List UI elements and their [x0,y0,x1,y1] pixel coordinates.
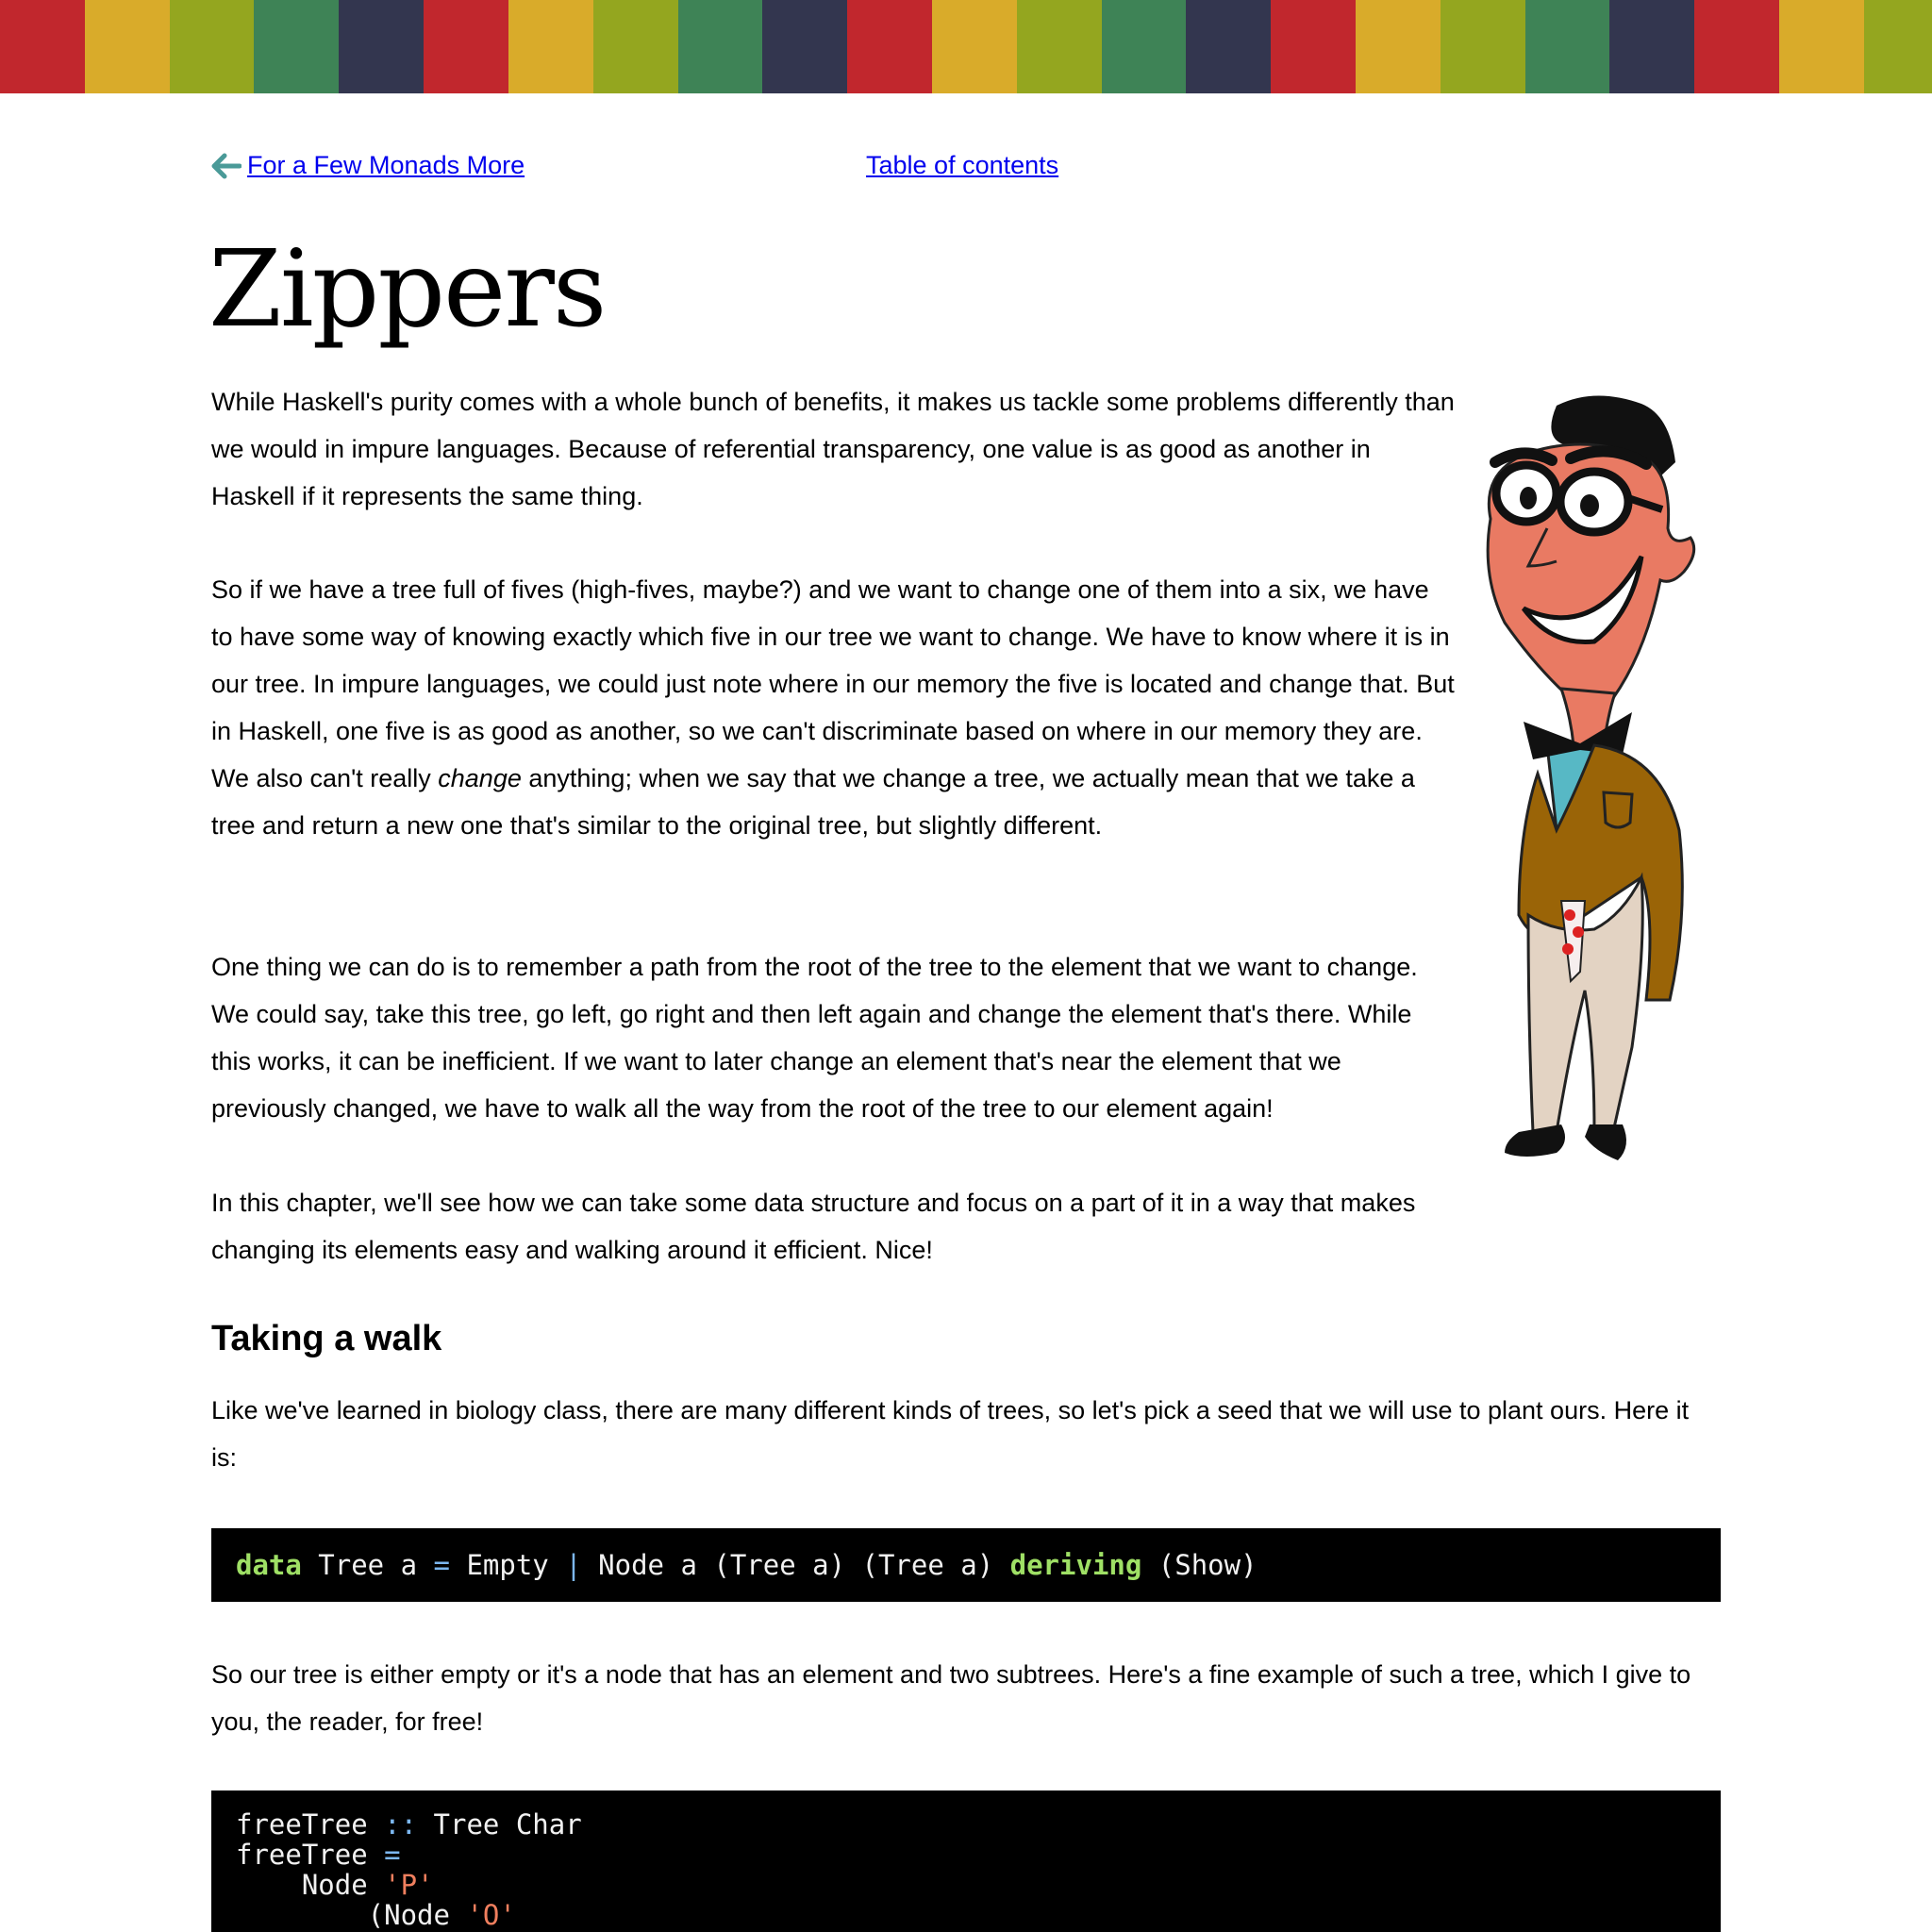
code-text: freeTree [236,1808,385,1840]
code-string: 'O' [466,1899,516,1931]
code-block-tree-type: data Tree a = Empty | Node a (Tree a) (T… [211,1528,1721,1602]
color-stripe [254,0,340,93]
prev-chapter-nav[interactable]: For a Few Monads More [209,148,525,182]
section-paragraph-1: Like we've learned in biology class, the… [211,1396,1690,1472]
code-text: Tree Char [417,1808,582,1840]
section-paragraph-2-block: So our tree is either empty or it's a no… [211,1651,1721,1745]
section-paragraph-2: So our tree is either empty or it's a no… [211,1660,1691,1736]
back-arrow-icon[interactable] [209,148,242,182]
color-stripe [1609,0,1695,93]
color-stripe-banner [0,0,1932,93]
color-stripe [1356,0,1441,93]
intro-p2-text-a: So if we have a tree full of fives (high… [211,575,1455,792]
intro-paragraph-1: While Haskell's purity comes with a whol… [211,388,1455,510]
color-stripe [0,0,85,93]
man-with-glasses-illustration [1486,395,1696,1160]
color-stripe [1863,0,1932,93]
color-stripe [762,0,848,93]
color-stripe [1016,0,1102,93]
code-block-free-tree: freeTree :: Tree Char freeTree = Node 'P… [211,1790,1721,1932]
color-stripe [931,0,1017,93]
intro-paragraph-2: So if we have a tree full of fives (high… [211,566,1457,849]
color-stripe [1101,0,1187,93]
intro-paragraph-2-block: So if we have a tree full of fives (high… [211,566,1457,849]
code-operator: :: [384,1808,418,1840]
code-operator: = [384,1839,401,1871]
code-text: (Node [236,1899,467,1931]
code-text: Empty [450,1549,566,1581]
page-title: Zippers [208,228,607,351]
intro-paragraph-1-block: While Haskell's purity comes with a whol… [211,378,1457,520]
color-stripe [169,0,255,93]
toc-nav[interactable]: Table of contents [866,148,1058,182]
intro-paragraph-3: One thing we can do is to remember a pat… [211,953,1418,1123]
code-keyword: data [236,1549,302,1581]
code-text: Node [236,1869,385,1901]
prev-chapter-link[interactable]: For a Few Monads More [247,148,525,182]
code-text: Node a (Tree a) (Tree a) [581,1549,1010,1581]
code-string: 'P' [384,1869,434,1901]
code-text: Tree a [301,1549,434,1581]
color-stripe [847,0,932,93]
code-operator: | [565,1549,582,1581]
emphasis-change: change [438,764,522,792]
intro-paragraph-4-block: In this chapter, we'll see how we can ta… [211,1179,1457,1274]
code-text: freeTree [236,1839,385,1871]
color-stripe [592,0,678,93]
section-paragraph-1-block: Like we've learned in biology class, the… [211,1387,1721,1481]
color-stripe [1271,0,1356,93]
code-text: (Show) [1141,1549,1257,1581]
color-stripe [1694,0,1780,93]
color-stripe [424,0,508,93]
intro-paragraph-3-block: One thing we can do is to remember a pat… [211,943,1457,1132]
color-stripe [1186,0,1272,93]
color-stripe [1779,0,1864,93]
color-stripe [1524,0,1610,93]
color-stripe [1440,0,1525,93]
color-stripe [339,0,425,93]
table-of-contents-link[interactable]: Table of contents [866,151,1058,179]
section-heading: Taking a walk [211,1319,442,1358]
color-stripe [677,0,763,93]
code-operator: = [433,1549,450,1581]
code-keyword: deriving [1009,1549,1142,1581]
color-stripe [84,0,170,93]
color-stripe [508,0,593,93]
intro-paragraph-4: In this chapter, we'll see how we can ta… [211,1189,1416,1264]
